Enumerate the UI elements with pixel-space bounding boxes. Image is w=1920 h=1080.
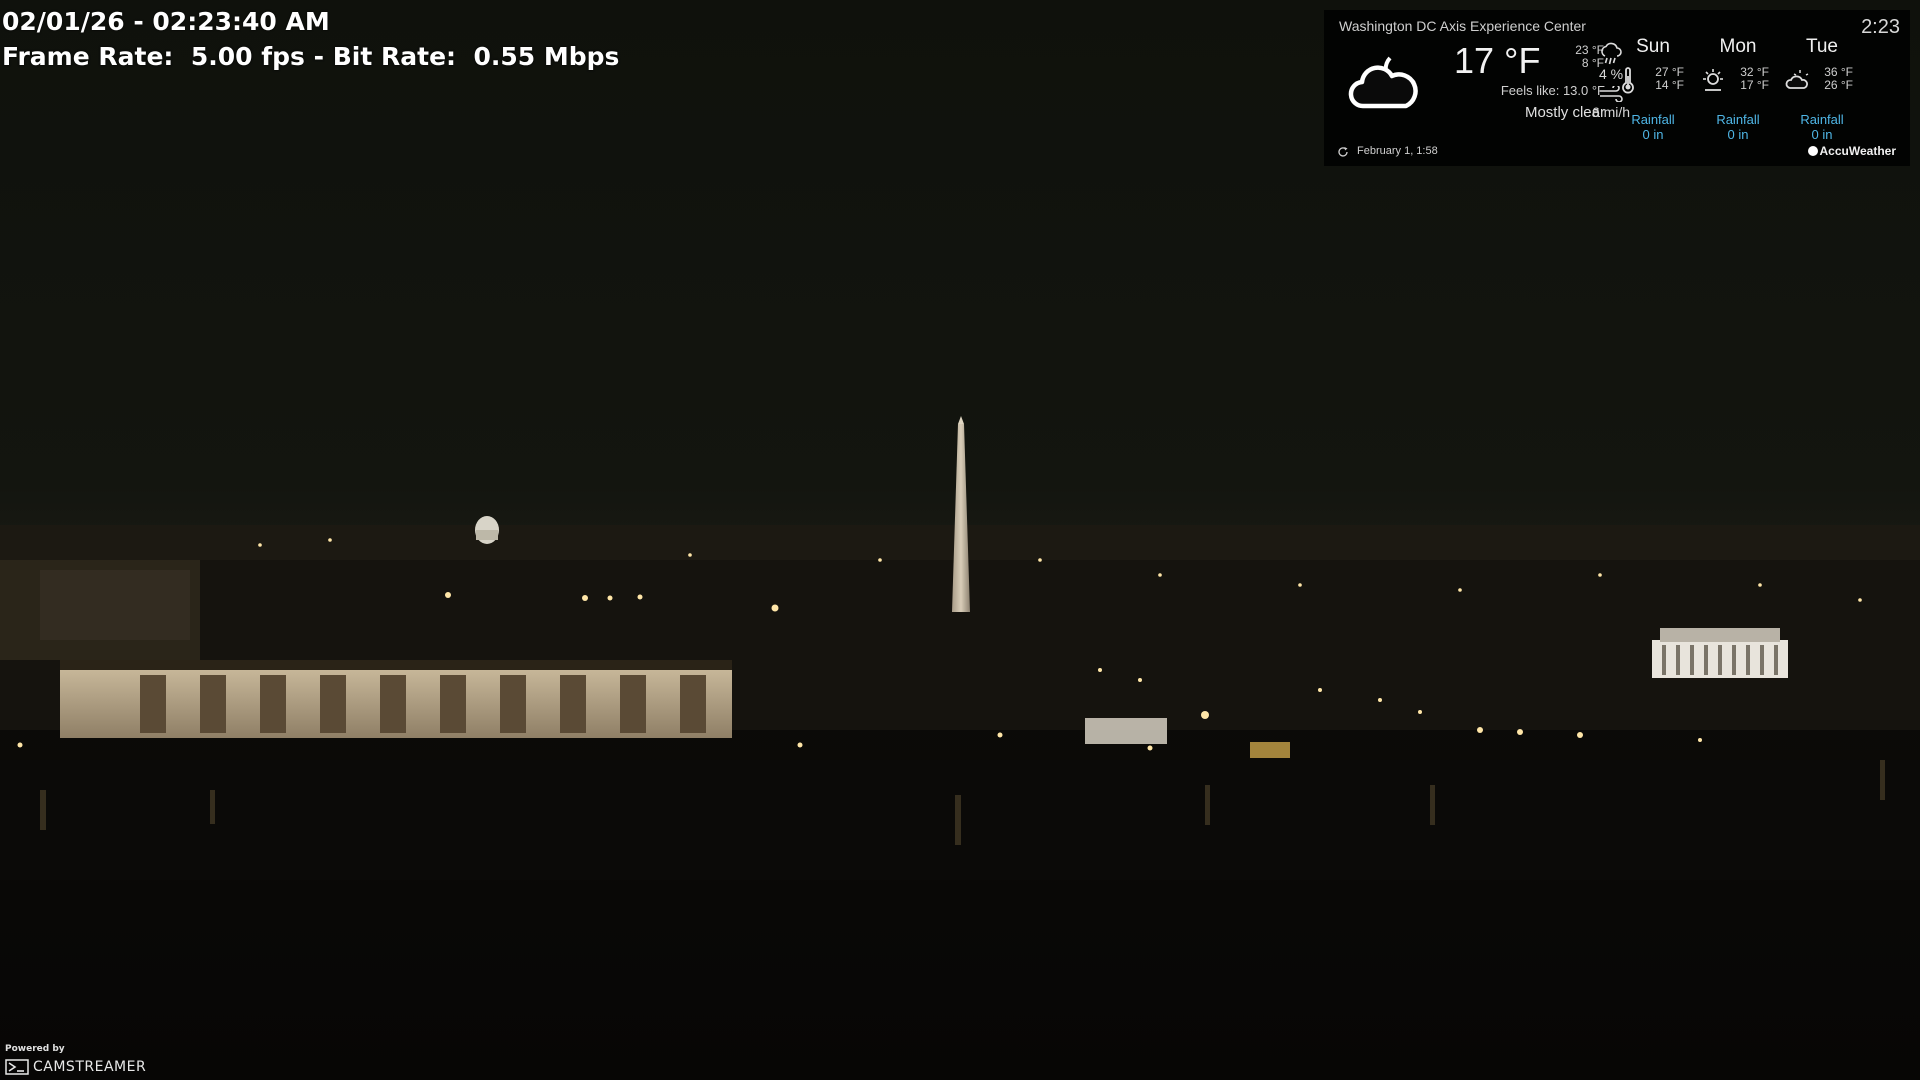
forecast-day-name: Tue <box>1805 36 1839 57</box>
camstreamer-brand: CAMSTREAMER <box>5 1058 146 1076</box>
stream-datetime: 02/01/26 - 02:23:40 AM <box>2 7 330 36</box>
accuweather-logo-icon <box>1807 146 1818 156</box>
forecast-temps: 36 °F 26 °F <box>1813 66 1853 92</box>
forecast-low: 17 °F <box>1740 78 1769 92</box>
forecast-rain-value: 0 in <box>1642 127 1664 142</box>
forecast-low: 14 °F <box>1655 78 1684 92</box>
bit-rate-value: 0.55 Mbps <box>473 42 620 71</box>
forecast-day-tue: Tue 36 °F 26 °F Rainfall 0 in <box>1779 36 1865 146</box>
sun-cloud-icon <box>1703 69 1723 91</box>
forecast-rain-label: Rainfall <box>1631 112 1675 127</box>
forecast-day-name: Mon <box>1719 36 1757 57</box>
frame-rate-value: 5.00 fps <box>190 42 305 71</box>
weather-time: 2:23 <box>1861 16 1900 38</box>
forecast-day-name: Sun <box>1636 36 1670 57</box>
forecast-rain-label: Rainfall <box>1716 112 1760 127</box>
partly-cloudy-night-icon <box>1348 56 1418 109</box>
stream-info-overlay: 02/01/26 - 02:23:40 AM Frame Rate: 5.00 … <box>2 4 619 74</box>
weather-widget: Washington DC Axis Experience Center 2:2… <box>1324 10 1910 166</box>
frame-rate-label: Frame Rate: <box>2 42 174 71</box>
stream-stats: Frame Rate: 5.00 fps - Bit Rate: 0.55 Mb… <box>2 39 619 74</box>
weather-location: Washington DC Axis Experience Center <box>1339 18 1586 34</box>
cloudy-sun-icon <box>1785 70 1809 89</box>
refresh-icon <box>1338 147 1348 157</box>
camstreamer-name: CAMSTREAMER <box>33 1059 147 1075</box>
forecast-rain-value: 0 in <box>1811 127 1833 142</box>
accuweather-brand: AccuWeather <box>1807 144 1896 158</box>
feels-like: Feels like: 13.0 °F <box>1500 83 1605 98</box>
forecast-rain-value: 0 in <box>1727 127 1749 142</box>
camstreamer-logo-icon <box>5 1059 29 1075</box>
weather-updated-time: February 1, 1:58 <box>1357 145 1438 157</box>
forecast-day-sun: Sun 27 °F 14 °F Rainfall 0 in <box>1610 36 1696 146</box>
current-temperature: 17 °F <box>1454 40 1541 81</box>
thermometer-icon <box>1622 67 1634 94</box>
bit-rate-label: Bit Rate: <box>332 42 457 71</box>
forecast-rain-label: Rainfall <box>1800 112 1844 127</box>
powered-by-label: Powered by <box>5 1044 65 1054</box>
forecast-temps: 32 °F 17 °F <box>1729 66 1769 92</box>
accuweather-name: AccuWeather <box>1819 144 1896 158</box>
forecast-temps: 27 °F 14 °F <box>1644 66 1684 92</box>
forecast-low: 26 °F <box>1824 78 1853 92</box>
stats-separator: - <box>313 42 324 71</box>
forecast-day-mon: Mon 32 °F 17 °F Rainfall 0 in <box>1695 36 1781 146</box>
